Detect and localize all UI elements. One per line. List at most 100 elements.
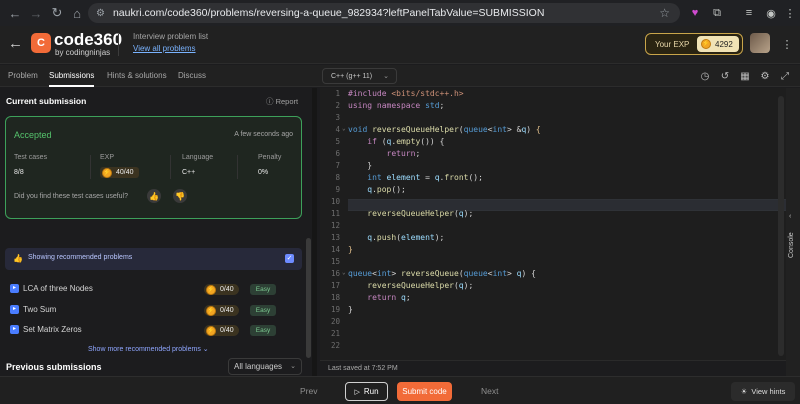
code-line: int element = q.front();: [367, 173, 483, 182]
test-cases-value: 8/8: [14, 169, 24, 176]
user-avatar[interactable]: [750, 33, 770, 53]
line-number: 7: [335, 161, 340, 170]
home-icon[interactable]: ⌂: [66, 2, 88, 24]
code-line: if (q.empty()) {: [367, 137, 445, 146]
penalty-value: 0%: [258, 169, 269, 176]
panel-splitter[interactable]: [312, 88, 317, 376]
line-number: 20: [330, 317, 340, 326]
line-number: 11: [330, 209, 340, 218]
difficulty-badge: Easy: [250, 284, 276, 295]
address-bar[interactable]: ⚙ naukri.com/code360/problems/reversing-…: [88, 3, 680, 23]
line-number: 2: [335, 101, 340, 110]
chevron-down-icon: ⌄: [290, 363, 296, 370]
problem-exp: ⚡ 0/40: [204, 284, 239, 295]
back-arrow-icon[interactable]: ←: [8, 35, 23, 52]
problem-exp: ⚡ 0/40: [204, 305, 239, 316]
line-number: 5: [335, 137, 340, 146]
extension-icon[interactable]: ♥: [686, 4, 704, 22]
line-number: 22: [330, 341, 340, 350]
submit-code-button[interactable]: Submit code: [397, 382, 452, 401]
thumbs-up-icon[interactable]: 👍: [147, 189, 161, 203]
line-number: 17: [330, 281, 340, 290]
next-button[interactable]: Next: [481, 386, 498, 396]
thumbs-down-icon[interactable]: 👎: [173, 189, 187, 203]
coin-icon: ⚡: [206, 284, 216, 295]
problem-name[interactable]: Set Matrix Zeros: [23, 325, 82, 334]
extensions-puzzle-icon[interactable]: ⧉: [708, 4, 726, 22]
exp-stat-text: 40/40: [116, 169, 134, 176]
code-line: void reverseQueueHelper(queue<int> &q) {: [348, 125, 541, 134]
list-item[interactable]: ▸ Two Sum: [10, 305, 56, 314]
current-submission-title: Current submission: [6, 96, 87, 106]
forward-icon[interactable]: →: [25, 2, 47, 24]
console-toggle[interactable]: ‹ Console: [786, 88, 800, 376]
code-line: reverseQueueHelper(q);: [367, 281, 474, 290]
settings-gear-icon[interactable]: ⚙: [758, 69, 772, 83]
recommended-label: Showing recommended problems: [28, 254, 133, 261]
line-gutter: 1 2 3 4 5 6 7 8 9 10 11 12 13 14 15 16 1…: [320, 88, 342, 360]
line-number: 1: [335, 89, 340, 98]
language-select[interactable]: C++ (g++ 11) ⌄: [322, 68, 397, 84]
profile-icon[interactable]: ◉: [762, 4, 780, 22]
status-accepted: Accepted: [14, 130, 52, 140]
list-item[interactable]: ▸ LCA of three Nodes: [10, 284, 93, 293]
exp-stat-label: EXP: [100, 154, 115, 161]
list-item[interactable]: ▸ Set Matrix Zeros: [10, 325, 82, 334]
site-info-icon[interactable]: ⚙: [96, 8, 105, 19]
menu-kebab-icon[interactable]: ⋮: [778, 35, 796, 53]
chevron-left-icon: ‹: [789, 213, 792, 220]
line-number: 19: [330, 305, 340, 314]
bottom-action-bar: Prev ▷ Run Submit code Next ☀ View hints: [0, 376, 800, 404]
code-line: q.push(element);: [367, 233, 445, 242]
header-divider: [118, 34, 119, 56]
exp-badge[interactable]: Your EXP ⚡ 4292: [645, 33, 743, 55]
bookmark-star-icon[interactable]: ☆: [659, 6, 670, 20]
problem-icon: ▸: [10, 325, 19, 334]
exp-stat-value: ⚡ 40/40: [100, 167, 139, 178]
left-scrollbar[interactable]: [306, 238, 311, 358]
tab-problem[interactable]: Problem: [8, 65, 38, 87]
code-line: using namespace std;: [348, 101, 445, 110]
layout-icon[interactable]: ▦: [738, 69, 752, 83]
fullscreen-icon[interactable]: ⤢: [778, 69, 792, 83]
exp-value: 4292: [715, 39, 733, 49]
show-more-button[interactable]: Show more recommended problems ⌄: [88, 345, 209, 353]
code-editor[interactable]: 1 2 3 4 5 6 7 8 9 10 11 12 13 14 15 16 1…: [320, 88, 786, 360]
tab-submissions[interactable]: Submissions: [49, 65, 95, 87]
play-icon: ▷: [354, 388, 360, 396]
recommended-banner[interactable]: 👍 Showing recommended problems ✓: [5, 248, 302, 270]
tab-hints-solutions[interactable]: Hints & solutions: [107, 65, 167, 87]
problem-name[interactable]: LCA of three Nodes: [23, 284, 93, 293]
language-filter-select[interactable]: All languages ⌄: [228, 358, 302, 375]
panel-tab-bar: Problem Submissions Hints & solutions Di…: [0, 65, 800, 87]
problem-icon: ▸: [10, 305, 19, 314]
submission-time: A few seconds ago: [234, 131, 293, 138]
view-hints-button[interactable]: ☀ View hints: [731, 382, 795, 401]
tab-discuss[interactable]: Discuss: [178, 65, 206, 87]
run-button[interactable]: ▷ Run: [345, 382, 388, 401]
recommended-checkbox[interactable]: ✓: [285, 254, 294, 263]
timer-icon[interactable]: ◷: [698, 69, 712, 83]
logo-text: code360: [54, 30, 123, 49]
problem-list-label: Interview problem list: [133, 32, 209, 41]
code-line: }: [348, 305, 353, 314]
report-button[interactable]: ⓘ Report: [266, 96, 298, 107]
code-line: }: [348, 161, 373, 170]
back-icon[interactable]: ←: [4, 2, 26, 24]
reset-icon[interactable]: ↺: [718, 69, 732, 83]
problem-name[interactable]: Two Sum: [23, 305, 56, 314]
prev-button[interactable]: Prev: [300, 386, 317, 396]
last-saved-status: Last saved at 7:52 PM: [320, 360, 786, 376]
chevron-down-icon: ⌄: [383, 73, 389, 80]
code360-logo-icon[interactable]: C: [31, 33, 51, 53]
editor-scrollbar[interactable]: [778, 96, 784, 356]
reading-list-icon[interactable]: ≡: [740, 4, 758, 22]
browser-toolbar: ← → ↻ ⌂ ⚙ naukri.com/code360/problems/re…: [0, 0, 800, 26]
menu-kebab-icon[interactable]: ⋮: [781, 4, 799, 22]
line-number: 8: [335, 173, 340, 182]
view-all-problems-link[interactable]: View all problems: [133, 44, 196, 53]
line-number: 16: [330, 269, 340, 278]
difficulty-badge: Easy: [250, 305, 276, 316]
reload-icon[interactable]: ↻: [46, 2, 68, 24]
exp-value-chip: ⚡ 4292: [697, 36, 739, 52]
